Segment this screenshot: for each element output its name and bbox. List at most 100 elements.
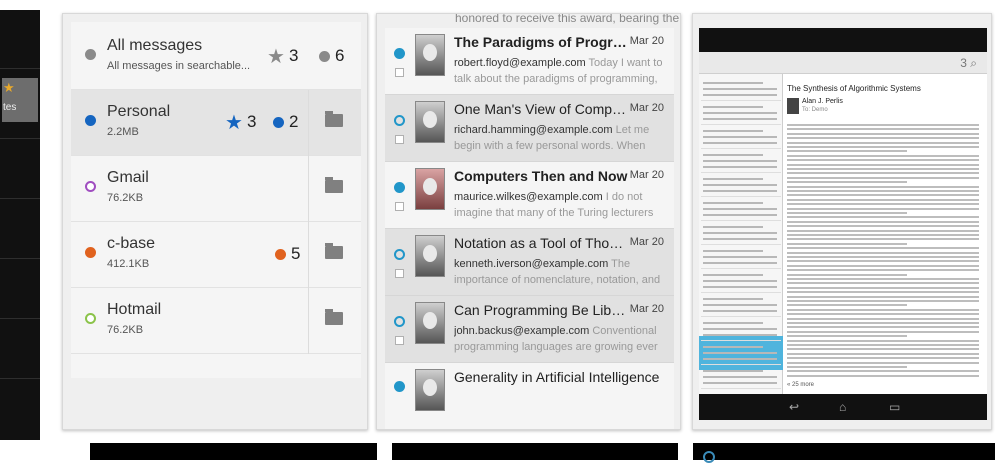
- mini-list-item[interactable]: [701, 126, 781, 149]
- select-checkbox[interactable]: [395, 269, 404, 278]
- back-icon[interactable]: ↩: [789, 400, 799, 414]
- message-list-panel: honored to receive this award, bearing t…: [376, 13, 681, 430]
- message-date: Mar 20: [629, 236, 664, 248]
- message-row[interactable]: One Man's View of Computer Sc... Mar 20 …: [385, 95, 674, 162]
- message-body-line: [787, 238, 979, 241]
- avatar: [415, 235, 445, 277]
- message-body-line: [787, 124, 979, 126]
- unread-indicator[interactable]: [394, 381, 405, 392]
- folder-icon[interactable]: [325, 243, 343, 259]
- mini-list-item[interactable]: [701, 222, 781, 245]
- message-body-line: [787, 374, 979, 377]
- navigation-bar: ↩ ⌂ ▭: [699, 394, 987, 420]
- message-row[interactable]: Computers Then and Now Mar 20 maurice.wi…: [385, 162, 674, 229]
- message-preview: maurice.wilkes@example.com I do not imag…: [454, 189, 666, 223]
- message-subject: Can Programming Be Liberated f...: [454, 302, 629, 318]
- message-subject: One Man's View of Computer Sc...: [454, 101, 629, 117]
- account-row-hotmail[interactable]: Hotmail 76.2KB: [71, 288, 361, 354]
- message-body-line: [787, 344, 979, 346]
- read-indicator[interactable]: [394, 115, 405, 126]
- read-indicator[interactable]: [394, 316, 405, 327]
- side-starred-button[interactable]: ★ tes: [2, 78, 38, 122]
- message-body-line: [787, 313, 979, 316]
- message-body-line: [787, 291, 979, 294]
- side-divider: [0, 258, 40, 259]
- mini-list-item[interactable]: [701, 342, 781, 365]
- message-body-line: [787, 212, 907, 214]
- unread-indicator[interactable]: [394, 182, 405, 193]
- status-bar: [699, 28, 987, 52]
- message-body-line: [787, 348, 979, 351]
- mini-list-item[interactable]: [701, 78, 781, 101]
- row-divider: [308, 222, 309, 288]
- unread-indicator[interactable]: [394, 48, 405, 59]
- recents-icon[interactable]: ▭: [889, 400, 900, 414]
- message-body-line: [787, 278, 979, 280]
- unread-dot: [319, 51, 330, 62]
- row-divider: [308, 288, 309, 354]
- message-body-line: [787, 256, 979, 258]
- account-size: 412.1KB: [107, 258, 150, 270]
- account-row-personal[interactable]: Personal 2.2MB ★ 3 2: [71, 90, 361, 156]
- action-bar: 3 ⌕: [699, 52, 987, 74]
- message-body-line: [787, 141, 979, 144]
- mini-list-item[interactable]: [701, 294, 781, 317]
- message-body-line: [787, 251, 979, 254]
- message-date: Mar 20: [629, 169, 664, 181]
- previous-preview-fragment: honored to receive this award, bearing t…: [455, 13, 680, 25]
- side-divider: [0, 138, 40, 139]
- row-divider: [308, 156, 309, 222]
- mini-list-item[interactable]: [701, 198, 781, 221]
- message-body-line: [787, 207, 979, 210]
- select-checkbox[interactable]: [395, 336, 404, 345]
- select-checkbox[interactable]: [395, 135, 404, 144]
- action-bar-icons[interactable]: 3 ⌕: [960, 56, 977, 71]
- message-body-line: [787, 322, 979, 324]
- message-body-line: [787, 146, 979, 148]
- mini-list-item[interactable]: [701, 270, 781, 293]
- mini-list-item[interactable]: [701, 366, 781, 389]
- message-body-line: [787, 137, 979, 140]
- side-divider: [0, 318, 40, 319]
- mini-list-item[interactable]: [701, 102, 781, 125]
- tablet-preview-panel: 3 ⌕ The Synthesis of Algorithmic Systems…: [692, 13, 992, 430]
- unread-count: 5: [291, 244, 301, 263]
- account-row-c-base[interactable]: c-base 412.1KB 5: [71, 222, 361, 288]
- circle-icon: [703, 451, 715, 463]
- mini-list-item[interactable]: [701, 174, 781, 197]
- message-row[interactable]: Notation as a Tool of Thought Mar 20 ken…: [385, 229, 674, 296]
- folder-icon[interactable]: [325, 309, 343, 325]
- account-size: 2.2MB: [107, 126, 139, 138]
- message-body-line: [787, 247, 979, 250]
- avatar: [415, 101, 445, 143]
- account-name: Personal: [107, 103, 171, 120]
- message-sender: Alan J. Perlis: [802, 98, 843, 105]
- star-icon: ★: [225, 112, 243, 134]
- message-row[interactable]: Generality in Artificial Intelligence: [385, 363, 674, 429]
- home-icon[interactable]: ⌂: [839, 400, 846, 414]
- message-body-line: [787, 234, 979, 236]
- message-subject: Notation as a Tool of Thought: [454, 235, 629, 251]
- select-checkbox[interactable]: [395, 202, 404, 211]
- account-row-gmail[interactable]: Gmail 76.2KB: [71, 156, 361, 222]
- message-body-line: [787, 220, 979, 223]
- message-sender: john.backus@example.com: [454, 325, 590, 337]
- message-sender: maurice.wilkes@example.com: [454, 191, 603, 203]
- read-indicator[interactable]: [394, 249, 405, 260]
- folder-icon[interactable]: [325, 111, 343, 127]
- message-body-line: [787, 304, 907, 307]
- mini-list-item[interactable]: [701, 150, 781, 173]
- message-row[interactable]: Can Programming Be Liberated f... Mar 20…: [385, 296, 674, 363]
- message-row[interactable]: The Paradigms of Programming Mar 20 robe…: [385, 28, 674, 95]
- side-divider: [0, 198, 40, 199]
- message-date: Mar 20: [629, 35, 664, 47]
- folder-icon[interactable]: [325, 177, 343, 193]
- more-messages-link[interactable]: « 25 more: [787, 382, 814, 388]
- message-body-line: [787, 154, 979, 157]
- message-body-line: [787, 185, 979, 188]
- select-checkbox[interactable]: [395, 68, 404, 77]
- account-row-all-messages[interactable]: All messages All messages in searchable.…: [71, 24, 361, 90]
- mini-list-item[interactable]: [701, 246, 781, 269]
- mini-list-item[interactable]: [701, 318, 781, 341]
- message-subject: Computers Then and Now: [454, 168, 628, 184]
